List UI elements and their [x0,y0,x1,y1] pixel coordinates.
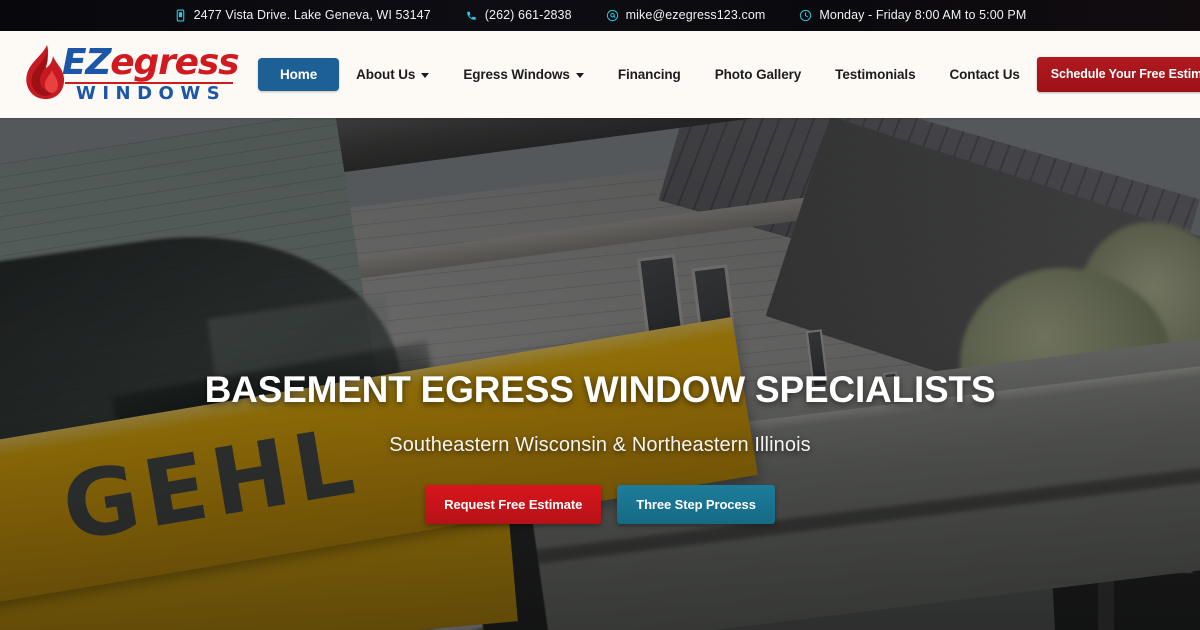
topbar-address[interactable]: 2477 Vista Drive. Lake Geneva, WI 53147 [157,9,448,22]
logo-text-windows: WINDOWS [76,82,227,104]
nav-label-photo-gallery: Photo Gallery [714,67,802,82]
hero-section: GEHL BASEMENT EGRESS WINDOW SPECIALISTS … [0,118,1200,630]
three-step-process-button[interactable]: Three Step Process [617,484,775,524]
nav-item-testimonials[interactable]: Testimonials [818,58,932,91]
topbar-email-text: mike@ezegress123.com [625,8,766,23]
nav-item-financing[interactable]: Financing [601,58,698,91]
nav-label-financing: Financing [617,67,681,82]
hero-button-group: Request Free Estimate Three Step Process [40,484,1160,524]
logo-text-ez: EZ [62,41,112,83]
nav-label-testimonials: Testimonials [835,67,916,82]
request-free-estimate-button[interactable]: Request Free Estimate [425,484,602,524]
chevron-down-icon [575,73,584,78]
topbar-phone-text: (262) 661-2838 [484,8,572,23]
hero-title: BASEMENT EGRESS WINDOW SPECIALISTS [204,369,996,410]
phone-icon [465,9,478,22]
at-email-icon [606,9,619,22]
nav-item-contact-us[interactable]: Contact Us [933,58,1037,91]
nav-label-home: Home [280,67,318,82]
topbar-address-text: 2477 Vista Drive. Lake Geneva, WI 53147 [193,8,431,23]
nav-item-about-us[interactable]: About Us [339,58,446,91]
topbar-hours: Monday - Friday 8:00 AM to 5:00 PM [782,9,1043,22]
logo-wordmark: EZegress WINDOWS [62,41,240,106]
top-info-bar: 2477 Vista Drive. Lake Geneva, WI 53147 … [0,0,1200,31]
site-logo[interactable]: EZegress WINDOWS [10,36,240,114]
clock-icon [799,9,812,22]
schedule-free-estimate-button[interactable]: Schedule Your Free Estimate [1036,57,1200,92]
hero-content: BASEMENT EGRESS WINDOW SPECIALISTS South… [0,369,1200,524]
topbar-phone[interactable]: (262) 661-2838 [448,9,589,22]
hero-subtitle: Southeastern Wisconsin & Northeastern Il… [389,433,811,456]
site-header: EZegress WINDOWS Home About Us Egress Wi… [0,31,1200,118]
nav-item-egress-windows[interactable]: Egress Windows [446,58,601,91]
topbar-email[interactable]: mike@ezegress123.com [589,9,783,22]
nav-label-about-us: About Us [356,67,416,82]
nav-label-contact-us: Contact Us [949,67,1020,82]
nav-label-egress-windows: Egress Windows [463,67,570,82]
address-card-icon [174,9,187,22]
main-navigation: Home About Us Egress Windows Financing P… [232,58,1037,91]
nav-item-home[interactable]: Home [258,58,340,91]
topbar-hours-text: Monday - Friday 8:00 AM to 5:00 PM [819,8,1027,23]
logo-text-egress: egress [110,41,239,83]
page-root: 2477 Vista Drive. Lake Geneva, WI 53147 … [0,0,1200,630]
nav-item-photo-gallery[interactable]: Photo Gallery [698,58,818,91]
chevron-down-icon [421,73,430,78]
